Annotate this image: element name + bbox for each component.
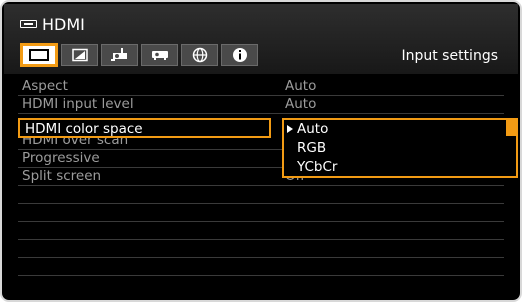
- empty-row: [18, 240, 504, 258]
- tab-network-settings[interactable]: [181, 44, 218, 66]
- active-tab-title: Input settings: [401, 48, 498, 64]
- installation-icon: [110, 48, 127, 61]
- option-label: RGB: [297, 140, 327, 156]
- menu-item-hdmi-input-level[interactable]: HDMI input level Auto: [18, 96, 504, 114]
- dropdown-option-rgb[interactable]: RGB: [284, 139, 516, 157]
- system-icon: [151, 51, 168, 60]
- menu-item-hdmi-color-space[interactable]: HDMI color space: [18, 118, 271, 138]
- selection-indicator: [506, 120, 516, 136]
- menu-item-label: Split screen: [22, 168, 102, 184]
- menu-item-aspect[interactable]: Aspect Auto: [18, 78, 504, 96]
- info-icon: [232, 48, 247, 62]
- tab-information[interactable]: [221, 44, 258, 66]
- empty-row: [18, 222, 504, 240]
- dropdown-option-auto[interactable]: Auto: [284, 120, 516, 138]
- empty-row: [18, 204, 504, 222]
- source-label: HDMI: [42, 14, 85, 34]
- menu-item-label: Progressive: [22, 150, 100, 166]
- dropdown-option-ycbcr[interactable]: YCbCr: [284, 158, 516, 176]
- menu-item-label: HDMI color space: [25, 121, 143, 137]
- menu-item-label: HDMI input level: [22, 96, 134, 112]
- network-icon: [192, 47, 207, 63]
- color-space-dropdown[interactable]: Auto RGB YCbCr: [282, 118, 518, 178]
- tab-image-adjustment[interactable]: [61, 44, 98, 66]
- input-source: HDMI: [20, 14, 85, 34]
- hdmi-connector-icon: [20, 20, 37, 28]
- option-label: Auto: [297, 121, 329, 137]
- tab-system-settings[interactable]: [141, 44, 178, 66]
- empty-row: [18, 258, 504, 276]
- menu-item-value: Auto: [285, 96, 317, 112]
- picture-icon: [29, 49, 49, 61]
- menu-header: HDMI Input settings: [4, 4, 518, 74]
- menu-tabs: [20, 43, 258, 69]
- menu-item-value: Auto: [285, 78, 317, 94]
- settings-list: Aspect Auto HDMI input level Auto HDMI o…: [18, 78, 504, 286]
- tab-display-settings[interactable]: [20, 43, 58, 67]
- selection-caret-icon: [287, 125, 293, 133]
- image-adjust-icon: [71, 48, 88, 62]
- tab-installation-settings[interactable]: [101, 44, 138, 66]
- empty-row: [18, 186, 504, 204]
- option-label: YCbCr: [297, 159, 338, 175]
- projector-menu-screen: HDMI Input settings Aspect Auto HDMI inp…: [0, 0, 522, 302]
- menu-item-label: Aspect: [22, 78, 68, 94]
